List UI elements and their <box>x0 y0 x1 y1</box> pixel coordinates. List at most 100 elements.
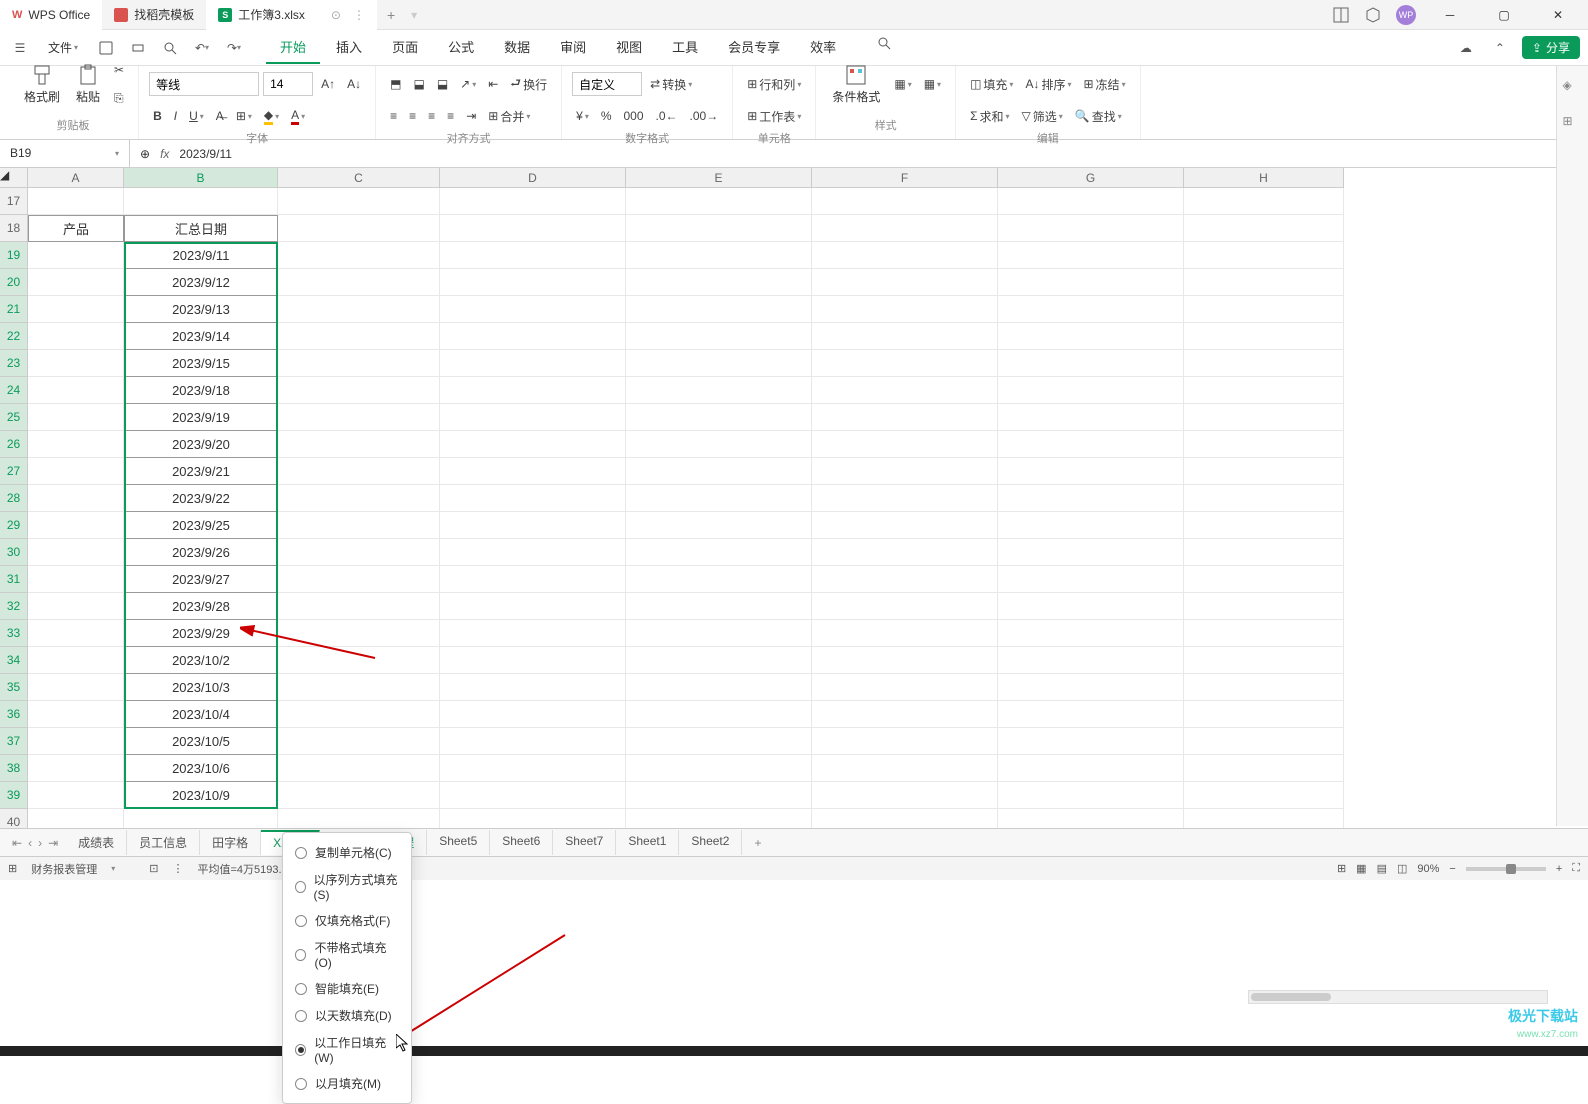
number-format-select[interactable] <box>572 72 642 96</box>
cell-D36[interactable] <box>440 701 626 728</box>
cell-C38[interactable] <box>278 755 440 782</box>
cell-H22[interactable] <box>1184 323 1344 350</box>
cell-D23[interactable] <box>440 350 626 377</box>
cell-B17[interactable] <box>124 188 278 215</box>
cell-G18[interactable] <box>998 215 1184 242</box>
cell-D38[interactable] <box>440 755 626 782</box>
cell-B20[interactable]: 2023/9/12 <box>124 269 278 296</box>
cell-E23[interactable] <box>626 350 812 377</box>
cell-B37[interactable]: 2023/10/5 <box>124 728 278 755</box>
cell-D29[interactable] <box>440 512 626 539</box>
cell-B31[interactable]: 2023/9/27 <box>124 566 278 593</box>
close-button[interactable]: ✕ <box>1538 0 1578 30</box>
currency-icon[interactable]: ¥▾ <box>572 104 593 128</box>
cell-H33[interactable] <box>1184 620 1344 647</box>
row-header-39[interactable]: 39 <box>0 782 28 809</box>
zoom-formula-icon[interactable]: ⊕ <box>140 147 150 161</box>
cell-C18[interactable] <box>278 215 440 242</box>
indent-decrease-icon[interactable]: ⇤ <box>484 72 502 96</box>
cell-B40[interactable] <box>124 809 278 828</box>
cloud-icon[interactable]: ☁ <box>1454 36 1478 60</box>
cell-F40[interactable] <box>812 809 998 828</box>
find-button[interactable]: 🔍 查找▾ <box>1071 104 1126 128</box>
font-size-select[interactable] <box>263 72 313 96</box>
cell-C20[interactable] <box>278 269 440 296</box>
cell-A19[interactable] <box>28 242 124 269</box>
tab-data[interactable]: 数据 <box>490 31 544 64</box>
cell-D27[interactable] <box>440 458 626 485</box>
cell-E34[interactable] <box>626 647 812 674</box>
cell-H26[interactable] <box>1184 431 1344 458</box>
cell-F25[interactable] <box>812 404 998 431</box>
row-header-28[interactable]: 28 <box>0 485 28 512</box>
row-header-31[interactable]: 31 <box>0 566 28 593</box>
cell-B25[interactable]: 2023/9/19 <box>124 404 278 431</box>
cell-E28[interactable] <box>626 485 812 512</box>
file-menu[interactable]: 文件▾ <box>40 39 86 56</box>
cell-H37[interactable] <box>1184 728 1344 755</box>
row-header-36[interactable]: 36 <box>0 701 28 728</box>
cell-A17[interactable] <box>28 188 124 215</box>
cell-A23[interactable] <box>28 350 124 377</box>
cell-G20[interactable] <box>998 269 1184 296</box>
name-box-dropdown-icon[interactable]: ▾ <box>115 149 119 158</box>
cell-C39[interactable] <box>278 782 440 809</box>
wrap-button[interactable]: ⮐ 换行 <box>506 72 551 96</box>
filter-button[interactable]: ▽ 筛选▾ <box>1018 104 1067 128</box>
side-icon-1[interactable]: ◈ <box>1563 78 1583 98</box>
sheet-tab-7[interactable]: Sheet7 <box>553 830 616 855</box>
freeze-button[interactable]: ⊞ 冻结▾ <box>1079 72 1129 96</box>
cell-F24[interactable] <box>812 377 998 404</box>
cell-A37[interactable] <box>28 728 124 755</box>
cell-E36[interactable] <box>626 701 812 728</box>
cell-B23[interactable]: 2023/9/15 <box>124 350 278 377</box>
layout-icon[interactable] <box>1332 6 1350 24</box>
row-header-25[interactable]: 25 <box>0 404 28 431</box>
tab-dropdown-icon[interactable]: ▾ <box>411 8 417 22</box>
view-layout-icon[interactable]: ▦ <box>1356 862 1366 875</box>
col-header-B[interactable]: B <box>124 168 278 188</box>
template-tab[interactable]: 找稻壳模板 <box>102 0 206 30</box>
row-header-26[interactable]: 26 <box>0 431 28 458</box>
cell-C19[interactable] <box>278 242 440 269</box>
cell-G30[interactable] <box>998 539 1184 566</box>
undo-icon[interactable]: ↶▾ <box>190 36 214 60</box>
cell-E17[interactable] <box>626 188 812 215</box>
cell-B38[interactable]: 2023/10/6 <box>124 755 278 782</box>
cell-F36[interactable] <box>812 701 998 728</box>
cell-G25[interactable] <box>998 404 1184 431</box>
cell-G26[interactable] <box>998 431 1184 458</box>
sheet-tab-8[interactable]: Sheet1 <box>616 830 679 855</box>
cell-C30[interactable] <box>278 539 440 566</box>
sheet-tab-6[interactable]: Sheet6 <box>490 830 553 855</box>
book-icon[interactable]: ⊞ <box>8 862 17 875</box>
sheet-tab-9[interactable]: Sheet2 <box>679 830 742 855</box>
worksheet-button[interactable]: ⊞ 工作表▾ <box>743 104 805 128</box>
cell-C40[interactable] <box>278 809 440 828</box>
cell-B22[interactable]: 2023/9/14 <box>124 323 278 350</box>
cell-E24[interactable] <box>626 377 812 404</box>
cell-E27[interactable] <box>626 458 812 485</box>
name-box[interactable]: B19 ▾ <box>0 140 130 168</box>
cell-A26[interactable] <box>28 431 124 458</box>
cell-H31[interactable] <box>1184 566 1344 593</box>
fill-option-6[interactable]: 以工作日填充(W) <box>283 1029 411 1070</box>
cell-A18[interactable]: 产品 <box>28 215 124 242</box>
cell-H20[interactable] <box>1184 269 1344 296</box>
align-right-icon[interactable]: ≡ <box>424 104 439 128</box>
cell-H24[interactable] <box>1184 377 1344 404</box>
fullscreen-icon[interactable]: ⛶ <box>1572 862 1580 875</box>
fill-button[interactable]: ◫ 填充▾ <box>966 72 1017 96</box>
cell-C24[interactable] <box>278 377 440 404</box>
cell-H30[interactable] <box>1184 539 1344 566</box>
cell-D25[interactable] <box>440 404 626 431</box>
comma-icon[interactable]: 000 <box>620 104 648 128</box>
cell-C17[interactable] <box>278 188 440 215</box>
cell-E31[interactable] <box>626 566 812 593</box>
convert-button[interactable]: ⇄ 转换▾ <box>646 72 696 96</box>
cell-E40[interactable] <box>626 809 812 828</box>
cell-G23[interactable] <box>998 350 1184 377</box>
cell-D35[interactable] <box>440 674 626 701</box>
cell-E39[interactable] <box>626 782 812 809</box>
rows-cols-button[interactable]: ⊞ 行和列▾ <box>743 72 805 96</box>
